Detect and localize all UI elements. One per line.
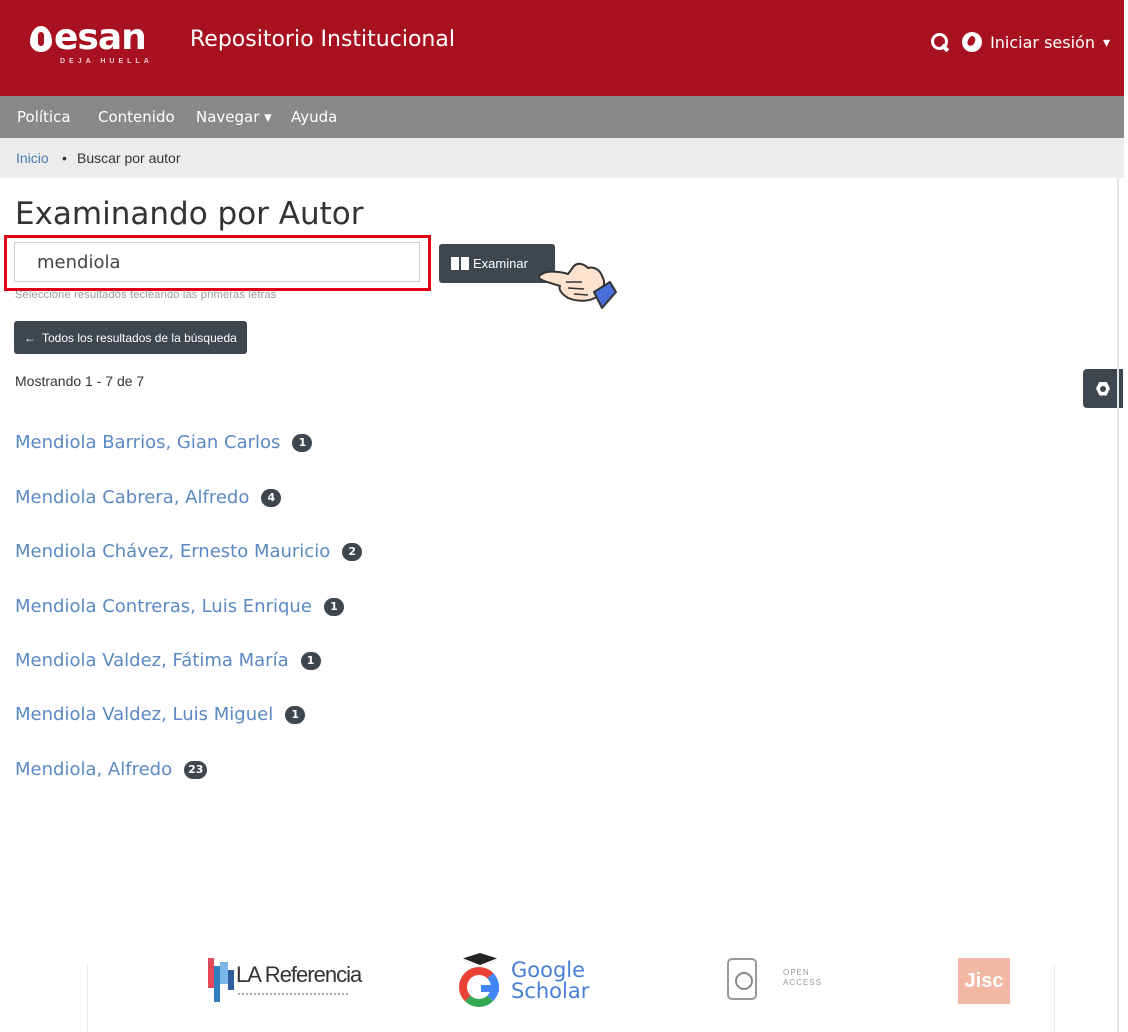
google-scholar-line2: Scholar xyxy=(511,979,590,1003)
app-title[interactable]: Repositorio Institucional xyxy=(190,27,455,52)
main-nav: Política Contenido Navegar ▾ Ayuda xyxy=(0,96,1124,138)
browse-button-label: Examinar xyxy=(473,256,528,271)
count-badge: 1 xyxy=(300,651,321,670)
count-badge: 1 xyxy=(285,705,306,724)
login-link[interactable]: Iniciar sesión xyxy=(990,33,1095,52)
google-scholar-line1: Google xyxy=(511,958,586,982)
la-referencia-logo-icon xyxy=(208,958,234,1002)
logo-tagline: DEJA HUELLA xyxy=(60,58,153,65)
open-access-icon xyxy=(727,958,757,1000)
nav-item-navegar[interactable]: Navegar ▾ xyxy=(196,108,272,126)
list-item[interactable]: Mendiola Contreras, Luis Enrique 1 xyxy=(15,596,344,617)
author-link[interactable]: Mendiola, Alfredo xyxy=(15,759,172,780)
nav-item-contenido[interactable]: Contenido xyxy=(98,108,175,126)
pointing-hand-icon xyxy=(538,262,617,309)
count-badge: 1 xyxy=(323,597,344,616)
arrow-left-icon: ← xyxy=(24,330,36,345)
chevron-down-icon[interactable]: ▾ xyxy=(1103,34,1110,51)
count-badge: 23 xyxy=(184,760,208,779)
logo-word: esan xyxy=(54,17,147,58)
list-item[interactable]: Mendiola, Alfredo 23 xyxy=(15,759,208,780)
back-to-results-button[interactable]: ← Todos los resultados de la búsqueda xyxy=(14,321,247,354)
list-item[interactable]: Mendiola Cabrera, Alfredo 4 xyxy=(15,487,282,508)
book-icon xyxy=(451,257,469,270)
open-access-line1: OPEN xyxy=(783,968,810,977)
back-button-label: Todos los resultados de la búsqueda xyxy=(42,330,237,345)
list-item[interactable]: Mendiola Chávez, Ernesto Mauricio 2 xyxy=(15,541,363,562)
author-link[interactable]: Mendiola Cabrera, Alfredo xyxy=(15,487,249,508)
site-header: esan DEJA HUELLA Repositorio Institucion… xyxy=(0,0,1124,96)
list-item[interactable]: Mendiola Barrios, Gian Carlos 1 xyxy=(15,432,313,453)
nav-item-politica[interactable]: Política xyxy=(17,108,71,126)
jisc-logo[interactable]: Jisc xyxy=(958,958,1010,1004)
google-g-icon xyxy=(459,967,499,1007)
page-title: Examinando por Autor xyxy=(15,196,364,232)
search-hint: Seleccione resultados tecleando las prim… xyxy=(15,289,277,301)
breadcrumb-separator: • xyxy=(62,150,67,166)
list-item[interactable]: Mendiola Valdez, Luis Miguel 1 xyxy=(15,704,306,725)
author-link[interactable]: Mendiola Valdez, Luis Miguel xyxy=(15,704,273,725)
author-link[interactable]: Mendiola Chávez, Ernesto Mauricio xyxy=(15,541,330,562)
gear-icon xyxy=(1096,381,1110,396)
count-badge: 1 xyxy=(292,433,313,452)
search-icon[interactable] xyxy=(930,32,950,52)
header-actions: Iniciar sesión ▾ xyxy=(930,32,1110,52)
open-access-logo[interactable]: OPEN ACCESS xyxy=(783,968,822,988)
breadcrumb-home[interactable]: Inicio xyxy=(16,150,49,166)
scrollbar-track[interactable] xyxy=(1117,178,1119,1032)
google-scholar-logo[interactable]: Google Scholar xyxy=(511,960,589,1002)
open-access-line2: ACCESS xyxy=(783,978,822,987)
list-item[interactable]: Mendiola Valdez, Fátima María 1 xyxy=(15,650,321,671)
count-badge: 4 xyxy=(261,488,282,507)
globe-icon xyxy=(962,32,983,52)
nav-item-ayuda[interactable]: Ayuda xyxy=(291,108,337,126)
la-referencia-subtitle xyxy=(238,993,348,999)
breadcrumb-current: Buscar por autor xyxy=(77,150,181,166)
count-badge: 2 xyxy=(342,542,363,561)
graduation-cap-icon xyxy=(463,953,497,965)
results-count: Mostrando 1 - 7 de 7 xyxy=(15,373,145,389)
author-link[interactable]: Mendiola Valdez, Fátima María xyxy=(15,650,289,671)
la-referencia-logo[interactable]: LA Referencia xyxy=(236,962,362,988)
author-search-input[interactable] xyxy=(14,242,420,282)
author-link[interactable]: Mendiola Barrios, Gian Carlos xyxy=(15,432,280,453)
author-link[interactable]: Mendiola Contreras, Luis Enrique xyxy=(15,596,312,617)
breadcrumb: Inicio • Buscar por autor xyxy=(0,138,1124,178)
esan-logo[interactable]: esan DEJA HUELLA xyxy=(30,16,170,68)
logo-drop-icon xyxy=(30,26,52,52)
